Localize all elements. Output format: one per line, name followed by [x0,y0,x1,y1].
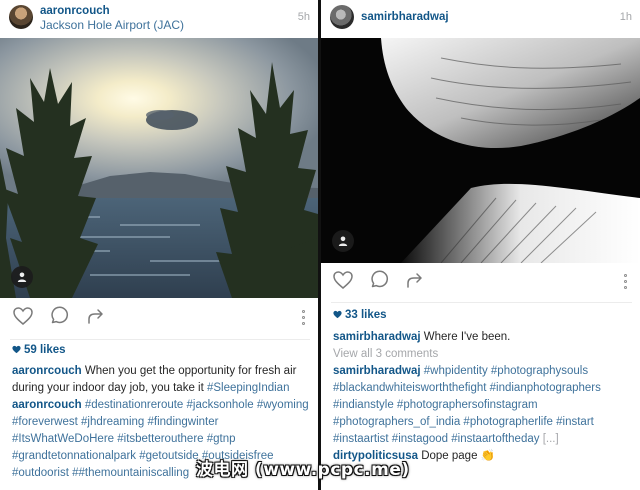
post-actions [321,270,640,300]
post-photo[interactable] [321,38,640,263]
likes-count[interactable]: 59 likes [12,344,66,356]
share-arrow-icon[interactable] [405,270,425,290]
heart-icon[interactable] [332,270,354,290]
post-time: 1h [619,11,632,23]
divider [10,339,310,340]
caption-text: Where I've been. [420,331,511,343]
post-caption: samirbharadwaj Where I've been. View all… [333,329,634,465]
likes-count[interactable]: 33 likes [333,309,387,321]
post-photo[interactable] [0,38,318,298]
post-time: 5h [297,11,310,23]
avatar[interactable] [330,5,354,29]
usertag-person-icon[interactable] [332,230,354,252]
comment-text: Dope page 👏 [418,450,495,462]
comment-username[interactable]: aaronrcouch [12,399,82,411]
usertag-person-icon[interactable] [11,266,33,288]
share-arrow-icon[interactable] [86,306,106,326]
post-username[interactable]: aaronrcouch [40,5,110,17]
post-header: samirbharadwaj 1h [321,0,640,40]
comment-bubble-icon[interactable] [368,270,390,290]
caption-username[interactable]: samirbharadwaj [333,331,421,343]
post-header: aaronrcouch Jackson Hole Airport (JAC) 5… [0,0,318,40]
comment-username[interactable]: samirbharadwaj [333,365,421,377]
comment-hashtags[interactable]: #whpidentity #photographysouls #blackand… [333,365,601,445]
avatar[interactable] [9,5,33,29]
caption-hashtag[interactable]: #SleepingIndian [207,382,290,394]
post-location[interactable]: Jackson Hole Airport (JAC) [40,18,184,32]
heart-filled-icon [12,345,21,354]
view-comments-link[interactable]: View all 3 comments [333,348,438,360]
divider [331,302,632,303]
caption-username[interactable]: aaronrcouch [12,365,82,377]
comment-bubble-icon[interactable] [48,306,70,326]
likes-label: 59 likes [24,344,66,356]
left-post: aaronrcouch Jackson Hole Airport (JAC) 5… [0,0,318,490]
post-username[interactable]: samirbharadwaj [361,11,449,23]
post-actions [0,306,318,336]
more-dots-icon[interactable] [624,274,628,294]
heart-icon[interactable] [12,306,34,326]
likes-label: 33 likes [345,309,387,321]
more-dots-icon[interactable] [302,310,306,330]
right-post: samirbharadwaj 1h 33 likes samirbharadwa… [321,0,640,490]
heart-filled-icon [333,310,342,319]
watermark: 波电网 (www.pcpc.me) [196,460,410,480]
comment-more-link[interactable]: [...] [540,433,559,445]
